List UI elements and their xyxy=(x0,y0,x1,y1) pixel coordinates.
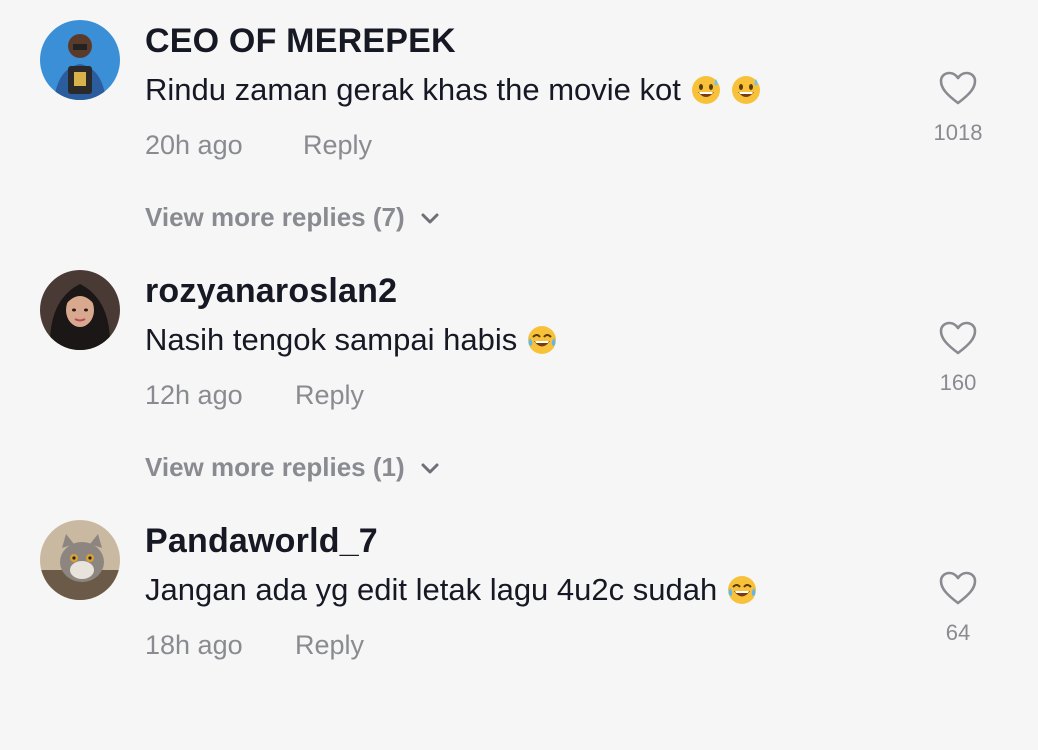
view-more-replies-label: View more replies (1) xyxy=(145,452,405,482)
like-count: 64 xyxy=(945,620,971,645)
comment-text: Nasih tengok sampai habis xyxy=(145,322,557,358)
grinning-sweat-emoji xyxy=(691,75,721,105)
comment-item: rozyanaroslan2 Nasih tengok sampai habis… xyxy=(0,250,1038,500)
comment-body: Rindu zaman gerak khas the movie kot xyxy=(145,72,681,107)
comment-item: Pandaworld_7 Jangan ada yg edit letak la… xyxy=(0,500,1038,750)
reply-button[interactable]: Reply xyxy=(303,130,372,161)
reply-button[interactable]: Reply xyxy=(295,380,364,411)
comment-item: CEO OF MEREPEK Rindu zaman gerak khas th… xyxy=(0,0,1038,250)
comment-timestamp: 20h ago xyxy=(145,130,243,160)
avatar[interactable] xyxy=(40,520,120,600)
like-count: 1018 xyxy=(933,120,983,145)
comment-text: Rindu zaman gerak khas the movie kot xyxy=(145,72,761,108)
chevron-down-icon xyxy=(421,213,439,223)
tears-of-joy-emoji xyxy=(527,325,557,355)
tears-of-joy-emoji xyxy=(727,575,757,605)
comment-username[interactable]: Pandaworld_7 xyxy=(145,522,378,561)
view-more-replies-label: View more replies (7) xyxy=(145,202,405,232)
comment-timestamp: 12h ago xyxy=(145,380,243,410)
comment-body: Jangan ada yg edit letak lagu 4u2c sudah xyxy=(145,572,718,607)
comment-timestamp: 18h ago xyxy=(145,630,243,660)
heart-outline-icon xyxy=(939,571,977,605)
reply-button[interactable]: Reply xyxy=(295,630,364,661)
comment-username[interactable]: rozyanaroslan2 xyxy=(145,272,397,311)
avatar[interactable] xyxy=(40,20,120,100)
heart-outline-icon xyxy=(939,71,977,105)
chevron-down-icon xyxy=(421,463,439,473)
like-count: 160 xyxy=(939,370,977,395)
like-button[interactable]: 160 xyxy=(918,320,998,396)
grinning-sweat-emoji xyxy=(731,75,761,105)
heart-outline-icon xyxy=(939,321,977,355)
view-more-replies-button[interactable]: View more replies (1) xyxy=(145,452,441,483)
like-button[interactable]: 1018 xyxy=(918,70,998,146)
comment-body: Nasih tengok sampai habis xyxy=(145,322,518,357)
like-button[interactable]: 64 xyxy=(918,570,998,646)
comment-text: Jangan ada yg edit letak lagu 4u2c sudah xyxy=(145,572,757,608)
view-more-replies-button[interactable]: View more replies (7) xyxy=(145,202,441,233)
comment-username[interactable]: CEO OF MEREPEK xyxy=(145,22,456,61)
avatar[interactable] xyxy=(40,270,120,350)
